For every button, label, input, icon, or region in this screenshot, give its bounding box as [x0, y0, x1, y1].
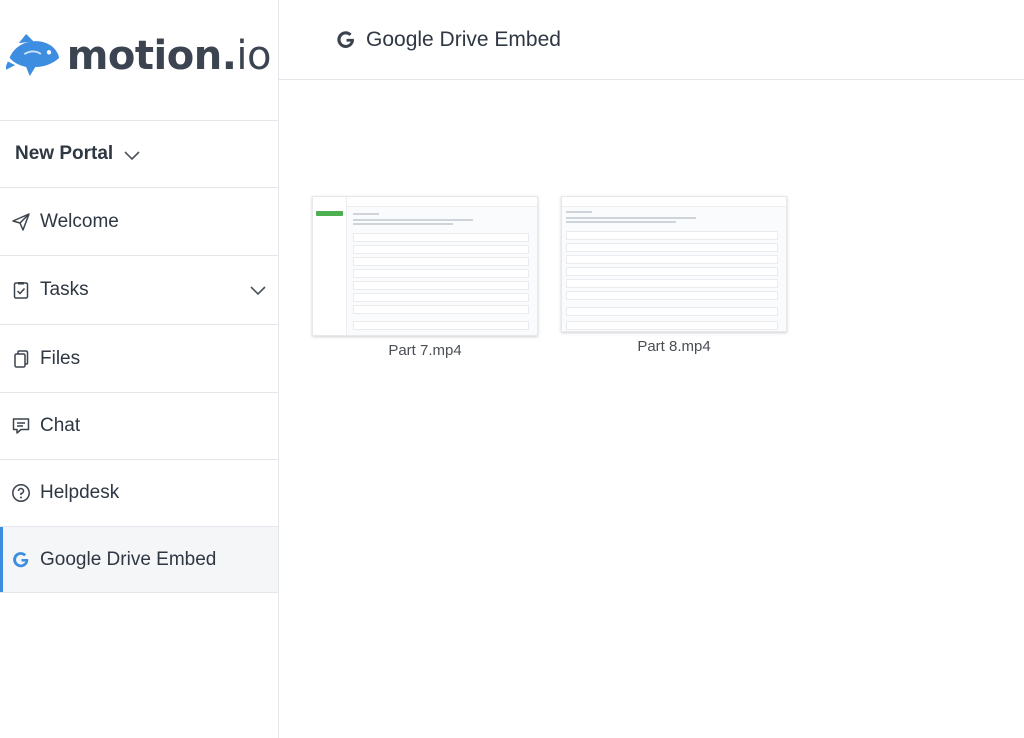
- file-name[interactable]: Part 7.mp4: [312, 342, 538, 359]
- chevron-down-icon: [124, 151, 140, 161]
- video-thumbnail[interactable]: [561, 196, 787, 332]
- portal-name: New Portal: [15, 143, 114, 164]
- sidebar-item-label: Welcome: [40, 210, 119, 232]
- page-header: Google Drive Embed: [279, 0, 1024, 80]
- fish-logo-icon: [6, 34, 60, 77]
- sidebar-item-label: Files: [40, 347, 81, 369]
- files-icon: [11, 349, 31, 369]
- chevron-down-icon[interactable]: [249, 282, 267, 298]
- chat-icon: [11, 416, 31, 436]
- file-name[interactable]: Part 8.mp4: [561, 338, 787, 355]
- file-card[interactable]: Part 8.mp4: [561, 196, 787, 355]
- google-g-icon: [11, 550, 31, 570]
- paper-plane-icon: [11, 212, 31, 232]
- sidebar-item-helpdesk[interactable]: Helpdesk: [0, 459, 278, 526]
- page-title: Google Drive Embed: [366, 27, 561, 51]
- video-thumbnail[interactable]: [312, 196, 538, 336]
- sidebar-item-tasks[interactable]: Tasks: [0, 255, 278, 324]
- sidebar: motion.io New Portal Welcome Tasks Files…: [0, 0, 279, 738]
- file-card[interactable]: Part 7.mp4: [312, 196, 538, 359]
- task-list-icon: [11, 280, 31, 300]
- sidebar-item-chat[interactable]: Chat: [0, 392, 278, 459]
- sidebar-item-label: Google Drive Embed: [40, 548, 217, 570]
- sidebar-item-label: Chat: [40, 415, 81, 436]
- sidebar-item-label: Helpdesk: [40, 482, 120, 503]
- motion-io-logo[interactable]: motion.io: [6, 28, 271, 84]
- help-circle-icon: [11, 483, 31, 503]
- sidebar-item-google-drive-embed[interactable]: Google Drive Embed: [0, 526, 278, 593]
- google-g-icon: [337, 30, 355, 48]
- portal-switcher[interactable]: New Portal: [0, 120, 278, 187]
- sidebar-item-files[interactable]: Files: [0, 324, 278, 392]
- sidebar-item-label: Tasks: [40, 279, 89, 300]
- brand-name: motion.io: [66, 33, 272, 79]
- sidebar-item-welcome[interactable]: Welcome: [0, 187, 278, 255]
